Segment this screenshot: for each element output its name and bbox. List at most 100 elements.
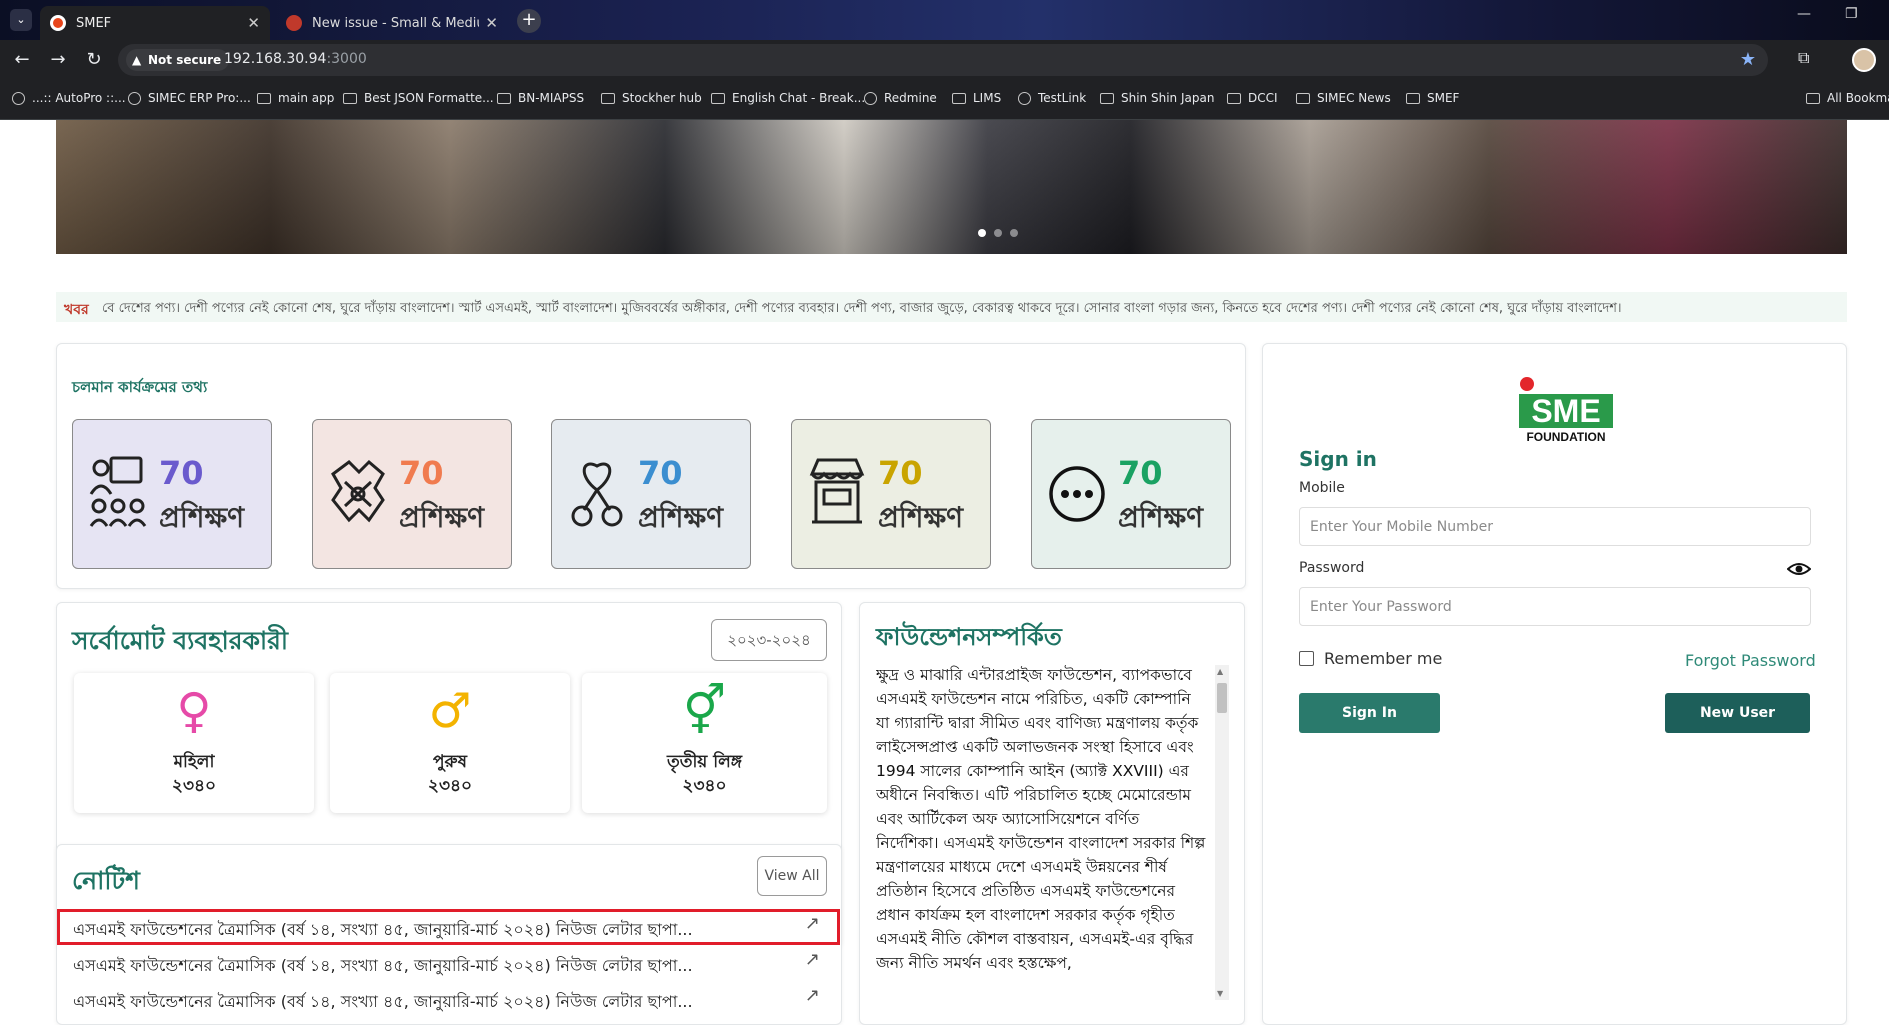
security-text: Not secure bbox=[148, 53, 222, 67]
ribbon-icon bbox=[571, 462, 623, 527]
profile-avatar[interactable] bbox=[1852, 48, 1876, 72]
bookmark-label: main app bbox=[278, 91, 335, 105]
stat-card-more[interactable]: 70 প্রশিক্ষণ bbox=[1031, 419, 1231, 569]
bookmark-stockher-hub[interactable]: Stockher hub bbox=[601, 91, 702, 105]
bookmark-label: LIMS bbox=[973, 91, 1002, 105]
bookmark-simec-erp[interactable]: SIMEC ERP Pro:... bbox=[128, 91, 251, 105]
page-icon bbox=[343, 92, 357, 104]
ongoing-activities-card: চলমান কার্যক্রমের তথ্য 70 প্রশিক্ষণ 70 প… bbox=[56, 343, 1246, 589]
close-tab-icon[interactable]: ✕ bbox=[485, 14, 498, 32]
ticker-text: বে দেশের পণ্য। দেশী পণ্যের নেই কোনো শেষ,… bbox=[102, 301, 1622, 316]
bookmark-redmine[interactable]: Redmine bbox=[864, 91, 937, 105]
bookmark-main-app[interactable]: main app bbox=[257, 91, 334, 105]
security-badge[interactable]: ▲ Not secure bbox=[126, 49, 230, 71]
new-tab-button[interactable]: + bbox=[517, 9, 541, 33]
stat-card-training[interactable]: 70 প্রশিক্ষণ bbox=[72, 419, 272, 569]
carousel-dot[interactable] bbox=[1010, 229, 1018, 237]
stat-card-support[interactable]: 70 প্রশিক্ষণ bbox=[551, 419, 751, 569]
scroll-thumb[interactable] bbox=[1217, 683, 1227, 713]
scroll-down-icon[interactable]: ▼ bbox=[1217, 989, 1223, 998]
bookmark-shin-shin-japan[interactable]: Shin Shin Japan bbox=[1100, 91, 1214, 105]
back-icon[interactable]: ← bbox=[10, 48, 34, 72]
bookmark-label: DCCI bbox=[1248, 91, 1278, 105]
tab-title: New issue - Small & Medium E bbox=[312, 15, 479, 31]
url-port: :3000 bbox=[326, 51, 367, 67]
show-password-eye-icon[interactable] bbox=[1787, 561, 1811, 577]
forward-icon[interactable]: → bbox=[46, 48, 70, 72]
bookmark-label: Redmine bbox=[884, 91, 937, 105]
bookmark-bn-miapss[interactable]: BN-MIAPSS bbox=[497, 91, 584, 105]
external-link-icon[interactable]: ↗ bbox=[805, 949, 820, 970]
bookmark-simec-news[interactable]: SIMEC News bbox=[1296, 91, 1391, 105]
smef-favicon-icon bbox=[50, 15, 66, 31]
stat-value: 70 bbox=[399, 454, 444, 492]
remember-me[interactable]: Remember me bbox=[1299, 649, 1442, 668]
bookmark-english-chat[interactable]: English Chat - Break... bbox=[711, 91, 865, 105]
url-text[interactable]: 192.168.30.94:3000 bbox=[224, 51, 367, 67]
sign-in-button[interactable]: Sign In bbox=[1299, 693, 1440, 733]
hero-image bbox=[56, 120, 1847, 254]
notice-card: নোটিশ View All এসএমই ফাউন্ডেশনের ত্রৈমাস… bbox=[56, 844, 842, 1025]
forgot-password-link[interactable]: Forgot Password bbox=[1685, 651, 1816, 670]
external-link-icon[interactable]: ↗ bbox=[805, 985, 820, 1006]
bookmark-json-formatter[interactable]: Best JSON Formatte... bbox=[343, 91, 494, 105]
scroll-up-icon[interactable]: ▲ bbox=[1217, 667, 1223, 676]
address-bar[interactable]: ▲ Not secure 192.168.30.94:3000 ★ bbox=[118, 44, 1768, 76]
stat-value: 70 bbox=[1118, 454, 1163, 492]
third-gender-icon: ⚥ bbox=[682, 683, 727, 739]
view-all-button[interactable]: View All bbox=[757, 856, 827, 896]
notice-text: এসএমই ফাউন্ডেশনের ত্রৈমাসিক (বর্ষ ১৪, সং… bbox=[73, 992, 693, 1011]
bookmark-star-icon[interactable]: ★ bbox=[1740, 49, 1756, 70]
notice-item[interactable]: এসএমই ফাউন্ডেশনের ত্রৈমাসিক (বর্ষ ১৪, সং… bbox=[57, 909, 840, 945]
password-label: Password bbox=[1299, 560, 1365, 576]
browser-tab-strip: ⌄ SMEF ✕ New issue - Small & Medium E ✕ … bbox=[0, 0, 1889, 40]
mobile-input[interactable] bbox=[1299, 507, 1811, 546]
about-text: ক্ষুদ্র ও মাঝারি এন্টারপ্রাইজ ফাউন্ডেশন,… bbox=[876, 666, 1206, 972]
tab-new-issue[interactable]: New issue - Small & Medium E ✕ bbox=[276, 6, 508, 40]
stat-card-partnership[interactable]: 70 প্রশিক্ষণ bbox=[312, 419, 512, 569]
bookmark-label: SIMEC News bbox=[1317, 91, 1391, 105]
tab-search-button[interactable]: ⌄ bbox=[10, 9, 32, 31]
bookmark-label: All Bookma bbox=[1827, 91, 1889, 105]
bookmark-dcci[interactable]: DCCI bbox=[1227, 91, 1278, 105]
minimize-icon[interactable]: — bbox=[1797, 6, 1811, 22]
login-card: SME FOUNDATION Sign in Mobile Password R… bbox=[1262, 343, 1847, 1025]
carousel-dot[interactable] bbox=[978, 229, 986, 237]
more-icon bbox=[1049, 466, 1105, 522]
remember-checkbox[interactable] bbox=[1299, 651, 1314, 666]
stat-card-market[interactable]: 70 প্রশিক্ষণ bbox=[791, 419, 991, 569]
stat-label: প্রশিক্ষণ bbox=[878, 501, 964, 534]
restore-icon[interactable]: ❐ bbox=[1845, 6, 1858, 22]
users-title: সর্বোমোট ব্যবহারকারী bbox=[72, 626, 289, 655]
stat-label: প্রশিক্ষণ bbox=[1118, 501, 1204, 534]
page-icon bbox=[711, 92, 725, 104]
bookmark-smef[interactable]: SMEF bbox=[1406, 91, 1459, 105]
all-bookmarks[interactable]: All Bookma bbox=[1806, 91, 1889, 105]
close-tab-icon[interactable]: ✕ bbox=[247, 14, 260, 32]
year-selector[interactable]: ২০২৩-২০২৪ bbox=[711, 619, 827, 661]
tab-smef[interactable]: SMEF ✕ bbox=[40, 6, 270, 40]
bookmark-lims[interactable]: LIMS bbox=[952, 91, 1001, 105]
hero-carousel[interactable] bbox=[56, 120, 1847, 254]
bookmark-label: SIMEC ERP Pro:... bbox=[148, 91, 251, 105]
bookmark-autopro[interactable]: ...:: AutoPro ::... bbox=[12, 91, 126, 105]
external-link-icon[interactable]: ↗ bbox=[805, 913, 820, 934]
news-ticker: খবর বে দেশের পণ্য। দেশী পণ্যের নেই কোনো … bbox=[56, 292, 1847, 322]
notice-item[interactable]: এসএমই ফাউন্ডেশনের ত্রৈমাসিক (বর্ষ ১৪, সং… bbox=[57, 945, 840, 981]
gender-count: ২৩৪০ bbox=[427, 776, 473, 796]
notice-text: এসএমই ফাউন্ডেশনের ত্রৈমাসিক (বর্ষ ১৪, সং… bbox=[73, 920, 693, 939]
new-user-button[interactable]: New User bbox=[1665, 693, 1810, 733]
warning-icon: ▲ bbox=[132, 53, 142, 67]
bookmark-testlink[interactable]: TestLink bbox=[1018, 91, 1086, 105]
sme-foundation-logo: SME FOUNDATION bbox=[1519, 377, 1613, 444]
male-icon: ♂ bbox=[428, 683, 472, 739]
about-scrollbar[interactable]: ▲ ▼ bbox=[1215, 665, 1229, 1000]
reload-icon[interactable]: ↻ bbox=[82, 48, 106, 72]
extensions-icon[interactable]: ⧉ bbox=[1798, 48, 1809, 68]
stat-value: 70 bbox=[878, 454, 923, 492]
bookmark-label: ...:: AutoPro ::... bbox=[32, 91, 126, 105]
password-input[interactable] bbox=[1299, 587, 1811, 626]
page-icon bbox=[257, 92, 271, 104]
carousel-dot[interactable] bbox=[994, 229, 1002, 237]
notice-item[interactable]: এসএমই ফাউন্ডেশনের ত্রৈমাসিক (বর্ষ ১৪, সং… bbox=[57, 981, 840, 1017]
